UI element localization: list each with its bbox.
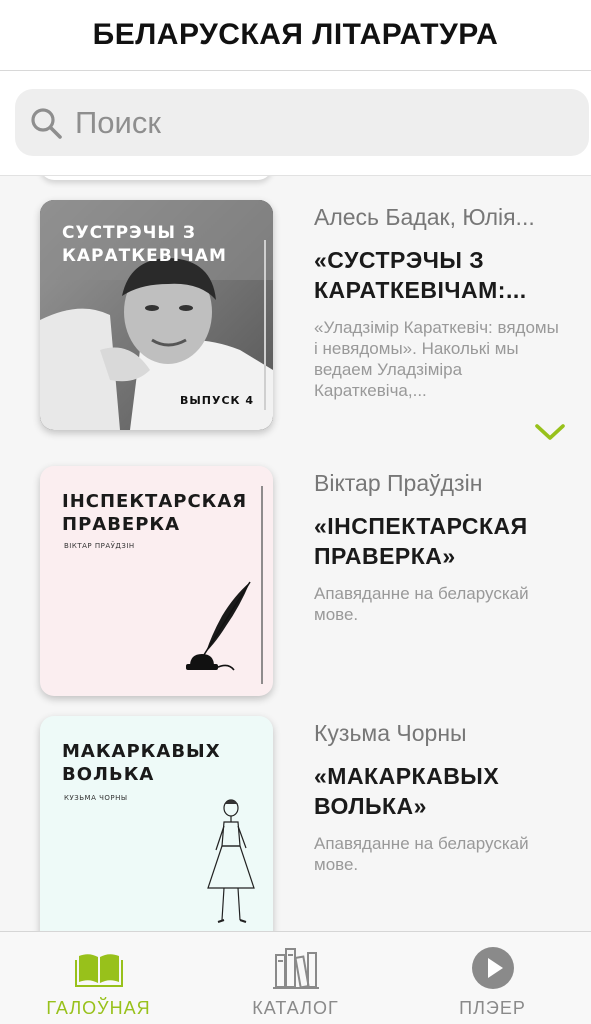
list-item[interactable]: СУСТРЭЧЫ З КАРАТКЕВІЧАМ ВЫПУСК 4 Алесь Б… xyxy=(0,176,591,440)
book-cover[interactable]: ІНСПЕКТАРСКАЯ ПРАВЕРКА ВІКТАР ПРАЎДЗІН xyxy=(40,466,273,696)
page-title: БЕЛАРУСКАЯ ЛІТАРАТУРА xyxy=(92,18,499,51)
item-info: Алесь Бадак, Юлія... «СУСТРЭЧЫ З КАРАТКЕ… xyxy=(314,204,564,401)
app-screen: БЕЛАРУСКАЯ ЛІТАРАТУРА Поиск СУСТРЭЧЫ З К… xyxy=(0,0,591,1024)
list-item[interactable]: МАКАРКАВЫХ ВОЛЬКА КУЗЬМА ЧОРНЫ Кузьма Чо… xyxy=(0,692,591,931)
item-description: Апавяданне на беларускай мове. xyxy=(314,584,529,624)
quill-icon xyxy=(186,486,263,684)
search-input[interactable] xyxy=(73,103,557,142)
tab-home[interactable]: ГАЛОЎНАЯ xyxy=(0,932,197,1024)
book-cover[interactable]: СУСТРЭЧЫ З КАРАТКЕВІЧАМ ВЫПУСК 4 xyxy=(40,200,273,430)
cover-title: СУСТРЭЧЫ З КАРАТКЕВІЧАМ xyxy=(62,223,227,266)
tab-player[interactable]: ПЛЭЕР xyxy=(394,932,591,1024)
item-author: Кузьма Чорны xyxy=(314,720,467,746)
tab-catalog[interactable]: КАТАЛОГ xyxy=(197,932,394,1024)
item-description: «Уладзімір Караткевіч: вядомы і невядомы… xyxy=(314,318,559,400)
tab-label: ПЛЭЕР xyxy=(459,998,526,1018)
item-author: Віктар Праўдзін xyxy=(314,470,483,496)
search-icon xyxy=(29,106,63,140)
play-circle-icon xyxy=(468,944,518,992)
chevron-down-icon[interactable] xyxy=(533,421,567,443)
search-area xyxy=(0,71,591,176)
item-author: Алесь Бадак, Юлія... xyxy=(314,204,535,230)
item-info: Віктар Праўдзін «ІНСПЕКТАРСКАЯ ПРАВЕРКА»… xyxy=(314,470,564,625)
cover-badge: ВЫПУСК 4 xyxy=(180,394,255,407)
item-description: Апавяданне на беларускай мове. xyxy=(314,834,529,874)
item-info: Кузьма Чорны «МАКАРКАВЫХ ВОЛЬКА» Апавяда… xyxy=(314,720,564,875)
tab-label: ГАЛОЎНАЯ xyxy=(46,998,151,1018)
open-book-icon xyxy=(74,944,124,992)
list-item[interactable]: ІНСПЕКТАРСКАЯ ПРАВЕРКА ВІКТАР ПРАЎДЗІН В… xyxy=(0,442,591,696)
header: БЕЛАРУСКАЯ ЛІТАРАТУРА xyxy=(0,0,591,71)
item-title: «МАКАРКАВЫХ ВОЛЬКА» xyxy=(314,763,500,819)
tab-label: КАТАЛОГ xyxy=(252,998,339,1018)
book-cover[interactable]: МАКАРКАВЫХ ВОЛЬКА КУЗЬМА ЧОРНЫ xyxy=(40,716,273,931)
search-box[interactable] xyxy=(15,89,589,156)
tab-bar: ГАЛОЎНАЯ КАТАЛОГ ПЛЭЕР xyxy=(0,931,591,1024)
item-title: «ІНСПЕКТАРСКАЯ ПРАВЕРКА» xyxy=(314,513,528,569)
woman-sketch-icon xyxy=(207,799,255,923)
item-title: «СУСТРЭЧЫ З КАРАТКЕВІЧАМ:... xyxy=(314,247,527,303)
book-list: СУСТРЭЧЫ З КАРАТКЕВІЧАМ ВЫПУСК 4 Алесь Б… xyxy=(0,176,591,931)
bookshelf-icon xyxy=(271,944,321,992)
